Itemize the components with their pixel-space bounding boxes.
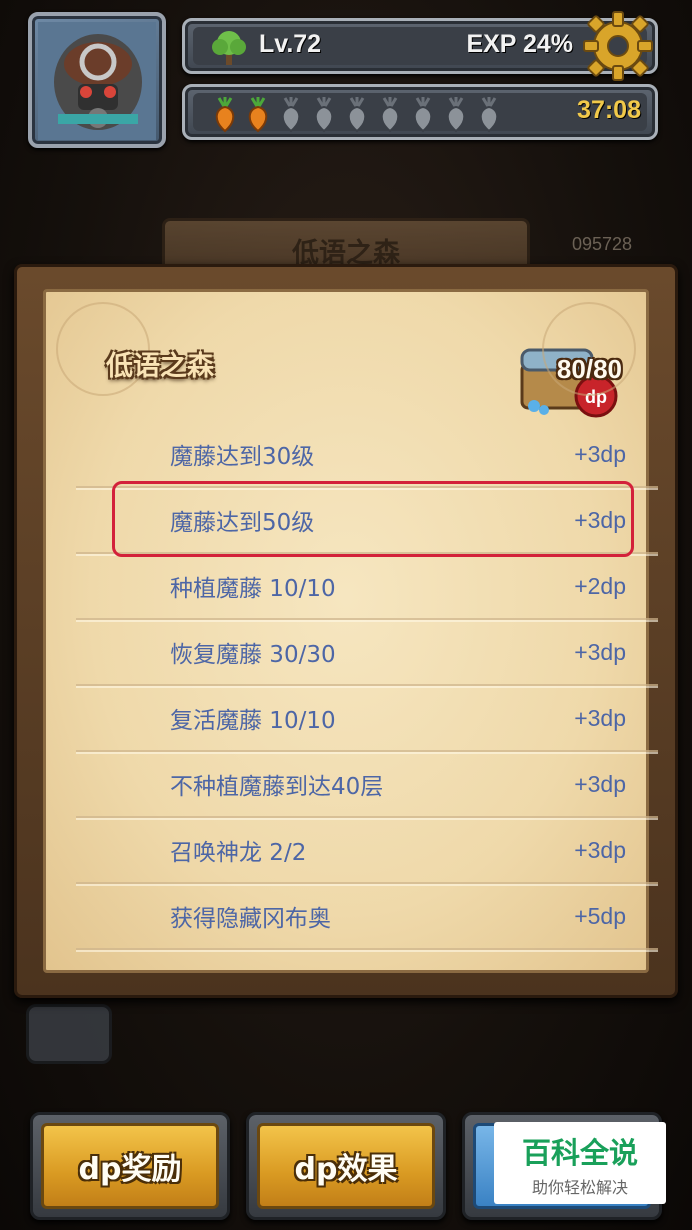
task-reward: +2dp <box>574 572 626 599</box>
radio-icon[interactable] <box>26 1004 112 1064</box>
task-name: 魔藤达到30级 <box>170 444 315 470</box>
task-row: 获得隐藏冈布奥 +5dp <box>76 884 658 952</box>
task-name: 恢复魔藤 30/30 <box>170 642 336 668</box>
dp-effect-button[interactable]: dp效果 <box>246 1112 446 1220</box>
task-row: 不种植魔藤到达40层 +3dp <box>76 752 658 820</box>
carrot-icon <box>248 97 268 133</box>
carrot-icon <box>380 97 400 133</box>
task-row: 魔藤达到50级 +3dp <box>76 488 658 556</box>
task-name: 种植魔藤 10/10 <box>170 576 336 602</box>
svg-text:dp: dp <box>585 387 607 407</box>
carrot-icon <box>215 97 235 133</box>
task-reward: +3dp <box>574 704 626 731</box>
energy-bar: 37:08 <box>182 84 658 140</box>
watermark-sub: 助你轻松解决 <box>531 1178 628 1197</box>
task-row: 复活魔藤 10/10 +3dp <box>76 686 658 754</box>
dp-count: 80/80 <box>556 354 622 384</box>
carrot-icon <box>314 97 334 133</box>
player-avatar[interactable] <box>28 12 166 148</box>
dp-panel: 低语之森 dp 80/80 魔藤达到30级 +3dp 魔藤达到50级 +3dp 种植魔藤… <box>14 264 678 998</box>
gear-icon[interactable] <box>582 10 654 82</box>
task-row: 恢复魔藤 30/30 +3dp <box>76 620 658 688</box>
task-reward: +3dp <box>574 506 626 533</box>
exp-text: EXP 24% <box>466 30 573 58</box>
task-name: 不种植魔藤到达40层 <box>170 774 384 800</box>
carrot-icon <box>413 97 433 133</box>
watermark: 百科全说 助你轻松解决 <box>494 1122 666 1204</box>
task-row: 种植魔藤 10/10 +2dp <box>76 554 658 622</box>
task-name: 获得隐藏冈布奥 <box>170 906 331 932</box>
task-name: 复活魔藤 10/10 <box>170 708 336 734</box>
carrot-icon <box>479 97 499 133</box>
tree-icon <box>212 31 246 65</box>
dp-reward-button[interactable]: dp奖励 <box>30 1112 230 1220</box>
task-row: 召唤神龙 2/2 +3dp <box>76 818 658 886</box>
energy-timer: 37:08 <box>577 96 641 124</box>
dp-badge-icon: dp <box>574 374 618 418</box>
task-row: 魔藤达到30级 +3dp <box>76 422 658 490</box>
task-reward: +3dp <box>574 836 626 863</box>
carrot-icon <box>281 97 301 133</box>
avatar-portrait-icon <box>38 22 156 140</box>
task-name: 召唤神龙 2/2 <box>170 840 307 866</box>
task-reward: +3dp <box>574 770 626 797</box>
map-score-number: 095728 <box>572 234 633 254</box>
watermark-main: 百科全说 <box>521 1136 638 1170</box>
task-name: 魔藤达到50级 <box>170 510 315 536</box>
treasure-chest-icon: dp <box>520 348 618 418</box>
task-reward: +5dp <box>574 902 626 929</box>
carrot-row <box>209 95 506 133</box>
dp-effect-label: dp效果 <box>294 1152 398 1187</box>
task-reward: +3dp <box>574 638 626 665</box>
panel-title: 低语之森 <box>106 351 214 382</box>
carrot-icon <box>446 97 466 133</box>
task-list: 魔藤达到30级 +3dp 魔藤达到50级 +3dp 种植魔藤 10/10 +2dp 恢复魔藤… <box>76 422 658 952</box>
task-reward: +3dp <box>574 440 626 467</box>
carrot-icon <box>347 97 367 133</box>
dp-reward-label: dp奖励 <box>78 1152 182 1187</box>
level-text: Lv.72 <box>259 30 322 58</box>
dp-panel-parchment: 低语之森 dp 80/80 魔藤达到30级 +3dp 魔藤达到50级 +3dp 种植魔藤… <box>43 289 658 973</box>
